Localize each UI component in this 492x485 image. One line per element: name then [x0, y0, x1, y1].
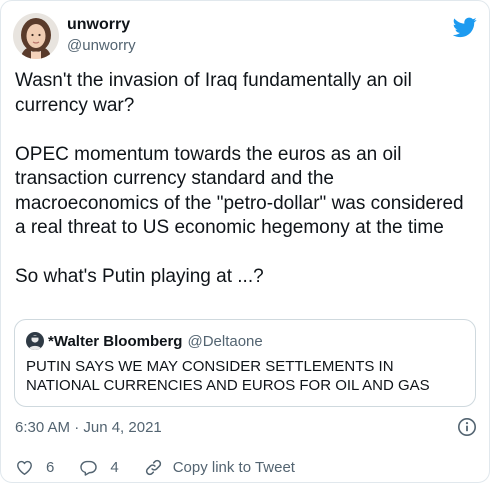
- tweet-paragraph: OPEC momentum towards the euros as an oi…: [15, 143, 464, 239]
- quoted-tweet-text: PUTIN SAYS WE MAY CONSIDER SETTLEMENTS I…: [26, 358, 430, 394]
- author-handle[interactable]: @unworry: [67, 36, 136, 56]
- tweet-paragraph: So what's Putin playing at ...?: [15, 266, 264, 287]
- quoted-tweet-header: *Walter Bloomberg @Deltaone: [26, 332, 263, 350]
- tweet-actions: 6 4 Copy link to Tweet: [15, 458, 320, 477]
- link-icon: [145, 459, 161, 476]
- copy-link-label: Copy link to Tweet: [172, 459, 295, 476]
- quoted-author-avatar: [26, 332, 44, 350]
- like-button[interactable]: 6: [15, 458, 54, 477]
- quoted-author-handle: @Deltaone: [187, 332, 263, 350]
- heart-icon: [17, 460, 32, 475]
- info-icon[interactable]: [457, 417, 477, 437]
- tweet-timestamp[interactable]: 6:30 AM · Jun 4, 2021: [15, 419, 162, 436]
- copy-link-button[interactable]: Copy link to Tweet: [144, 458, 295, 477]
- reply-count: 4: [110, 459, 119, 476]
- author-info[interactable]: unworry @unworry: [67, 15, 136, 56]
- author-name[interactable]: unworry: [67, 15, 136, 35]
- like-count: 6: [46, 459, 55, 476]
- tweet-text: Wasn't the invasion of Iraq fundamentall…: [15, 69, 477, 290]
- reply-button[interactable]: 4: [79, 458, 119, 477]
- quoted-tweet[interactable]: *Walter Bloomberg @Deltaone PUTIN SAYS W…: [14, 319, 476, 407]
- tweet-card: unworry @unworry Wasn't the invasion of …: [0, 0, 490, 483]
- author-avatar[interactable]: [13, 13, 59, 59]
- tweet-paragraph: Wasn't the invasion of Iraq fundamentall…: [15, 70, 412, 116]
- twitter-bird-icon[interactable]: [453, 15, 477, 39]
- quoted-author-name: *Walter Bloomberg: [48, 332, 183, 350]
- reply-icon: [80, 460, 98, 476]
